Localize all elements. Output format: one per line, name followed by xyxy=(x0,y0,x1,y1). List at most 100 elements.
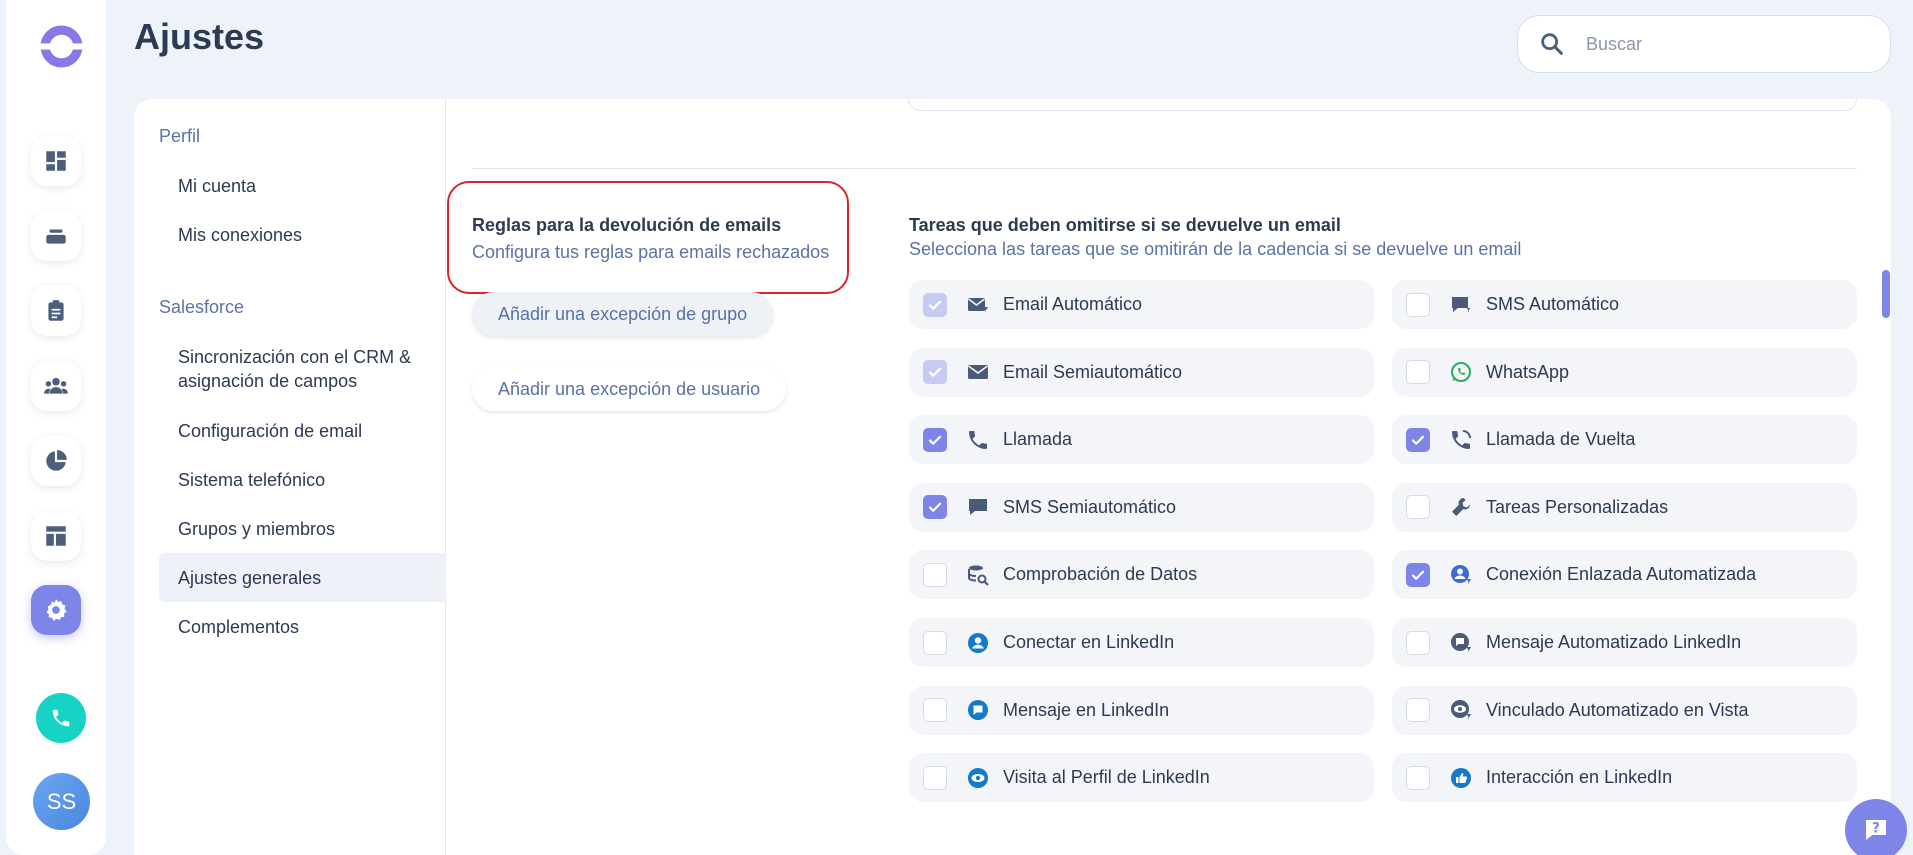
sidebar-item-general-settings[interactable]: Ajustes generales xyxy=(159,553,446,602)
task-label: Tareas Personalizadas xyxy=(1486,496,1669,517)
linkedin-like-icon xyxy=(1448,765,1474,791)
tasks-subtitle: Selecciona las tareas que se omitirán de… xyxy=(909,239,1522,259)
rail-reports-button[interactable] xyxy=(31,436,81,486)
task-option[interactable]: Vinculado Automatizado en Vista xyxy=(1392,685,1857,735)
task-checkbox[interactable] xyxy=(1406,562,1430,587)
task-label: Email Automático xyxy=(1003,294,1143,314)
task-option[interactable]: Visita al Perfil de LinkedIn xyxy=(909,753,1374,803)
help-button[interactable]: ? xyxy=(1845,799,1907,855)
help-icon: ? xyxy=(1866,820,1886,840)
email-icon xyxy=(965,359,991,385)
layout-icon xyxy=(46,526,66,546)
rail-dashboard-button[interactable] xyxy=(31,136,81,186)
task-option[interactable]: Conectar en LinkedIn xyxy=(909,618,1374,667)
search-input[interactable] xyxy=(1586,33,1866,55)
highlight-box xyxy=(447,181,849,294)
sidebar-item-crm-sync[interactable]: Sincronización con el CRM & asignación d… xyxy=(159,345,439,393)
task-checkbox[interactable] xyxy=(923,495,947,520)
linkedin-auto-connect-icon xyxy=(1448,562,1474,588)
task-option[interactable]: Comprobación de Datos xyxy=(909,550,1374,600)
linkedin-profile-view-icon xyxy=(965,765,991,791)
clipboard-icon xyxy=(48,300,64,321)
sidebar-item-groups-members[interactable]: Grupos y miembros xyxy=(159,517,446,541)
sms-icon xyxy=(965,494,991,520)
scrollbar-thumb[interactable] xyxy=(1882,270,1890,318)
task-label: Conexión Enlazada Automatizada xyxy=(1486,564,1757,585)
gear-icon xyxy=(46,599,67,621)
task-option[interactable]: SMS Semiautomático xyxy=(909,482,1374,532)
task-checkbox[interactable] xyxy=(923,292,947,317)
task-label: Mensaje en LinkedIn xyxy=(1003,699,1170,720)
user-avatar[interactable]: SS xyxy=(33,773,90,830)
search-bar[interactable] xyxy=(1517,15,1891,73)
task-checkbox[interactable] xyxy=(1406,360,1430,385)
phone-icon xyxy=(965,427,991,453)
task-option[interactable]: Conexión Enlazada Automatizada xyxy=(1392,550,1857,600)
rail-templates-button[interactable] xyxy=(31,511,81,561)
task-checkbox[interactable] xyxy=(923,562,947,587)
task-checkbox[interactable] xyxy=(1406,630,1430,655)
task-option[interactable]: WhatsApp xyxy=(1392,347,1857,397)
task-label: Llamada xyxy=(1003,429,1073,450)
phone-icon xyxy=(52,709,70,727)
task-checkbox[interactable] xyxy=(923,427,947,452)
sidebar-item-email-config[interactable]: Configuración de email xyxy=(159,419,446,443)
people-icon xyxy=(44,377,68,394)
linkedin-auto-view-icon xyxy=(1448,697,1474,723)
callback-icon xyxy=(1448,427,1474,453)
rail-contacts-button[interactable] xyxy=(31,361,81,411)
app-logo[interactable] xyxy=(39,24,84,69)
sidebar-item-mis-conexiones[interactable]: Mis conexiones xyxy=(159,223,446,247)
task-label: Interacción en LinkedIn xyxy=(1486,767,1673,788)
auto-email-icon xyxy=(965,292,991,318)
task-checkbox[interactable] xyxy=(923,765,947,790)
sidebar-item-add-ons[interactable]: Complementos xyxy=(159,615,446,639)
task-label: Email Semiautomático xyxy=(1003,361,1183,382)
sidebar-section-perfil: Perfil xyxy=(159,126,201,146)
task-checkbox[interactable] xyxy=(1406,765,1430,790)
add-group-exception-button[interactable]: Añadir una excepción de grupo xyxy=(472,292,774,336)
wrench-icon xyxy=(1448,494,1474,520)
task-label: SMS Semiautomático xyxy=(1003,496,1177,517)
task-option[interactable]: Mensaje Automatizado LinkedIn xyxy=(1392,618,1857,667)
task-label: Mensaje Automatizado LinkedIn xyxy=(1486,632,1742,652)
settings-card: Perfil Mi cuenta Mis conexiones Salesfor… xyxy=(134,99,1891,855)
data-check-icon xyxy=(965,562,991,588)
task-option[interactable]: Interacción en LinkedIn xyxy=(1392,753,1857,803)
task-label: Visita al Perfil de LinkedIn xyxy=(1003,767,1210,788)
task-option[interactable]: Tareas Personalizadas xyxy=(1392,482,1857,532)
settings-sidebar: Perfil Mi cuenta Mis conexiones Salesfor… xyxy=(134,99,446,855)
task-option[interactable]: Llamada xyxy=(909,415,1374,465)
task-checkbox[interactable] xyxy=(923,698,947,723)
task-label: WhatsApp xyxy=(1486,361,1570,382)
section-divider xyxy=(472,168,1857,169)
task-checkbox[interactable] xyxy=(1406,495,1430,520)
pie-chart-icon xyxy=(46,450,67,471)
rail-settings-button[interactable] xyxy=(31,585,81,635)
task-checkbox[interactable] xyxy=(1406,698,1430,723)
task-label: Vinculado Automatizado en Vista xyxy=(1486,699,1749,720)
task-option[interactable]: Llamada de Vuelta xyxy=(1392,415,1857,465)
rail-phone-button[interactable] xyxy=(36,693,86,743)
inbox-icon xyxy=(46,229,66,244)
auto-sms-icon xyxy=(1448,292,1474,318)
sidebar-item-phone-system[interactable]: Sistema telefónico xyxy=(159,468,446,492)
task-option[interactable]: Email Semiautomático xyxy=(909,347,1374,397)
left-rail: SS xyxy=(6,0,106,855)
task-option[interactable]: Mensaje en LinkedIn xyxy=(909,685,1374,735)
task-checkbox[interactable] xyxy=(923,360,947,385)
rules-title: Reglas para la devolución de emails xyxy=(472,215,782,235)
linkedin-message-icon xyxy=(965,697,991,723)
task-checkbox[interactable] xyxy=(1406,427,1430,452)
rail-inbox-button[interactable] xyxy=(31,211,81,261)
task-label: SMS Automático xyxy=(1486,294,1620,314)
task-option[interactable]: Email Automático xyxy=(909,280,1374,329)
task-label: Conectar en LinkedIn xyxy=(1003,632,1175,652)
task-checkbox[interactable] xyxy=(923,630,947,655)
rail-tasks-button[interactable] xyxy=(31,286,81,336)
sidebar-item-mi-cuenta[interactable]: Mi cuenta xyxy=(159,174,446,198)
add-user-exception-button[interactable]: Añadir una excepción de usuario xyxy=(472,367,787,411)
task-option[interactable]: SMS Automático xyxy=(1392,280,1857,329)
task-checkbox[interactable] xyxy=(1406,292,1430,317)
sidebar-item-label: Ajustes generales xyxy=(178,567,322,588)
